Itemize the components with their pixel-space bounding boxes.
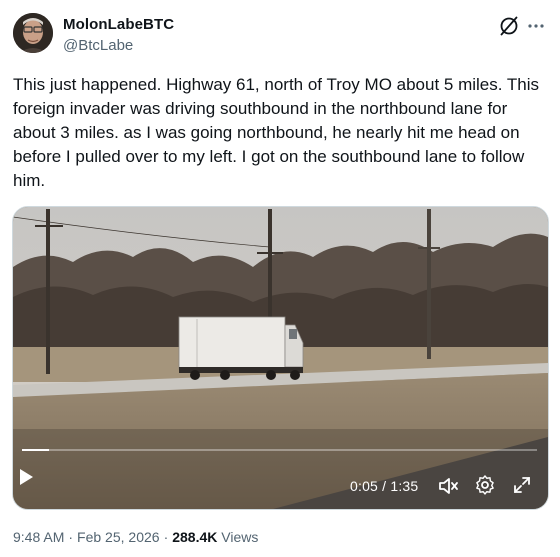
video-progress-bar[interactable] (22, 449, 537, 451)
fullscreen-icon[interactable] (512, 475, 532, 495)
video-player[interactable] (12, 206, 549, 510)
author-display-name[interactable]: MolonLabeBTC (63, 16, 174, 33)
tweet-date[interactable]: Feb 25, 2026 (77, 529, 160, 545)
avatar-photo (13, 13, 53, 53)
video-current-time: 0:05 (350, 478, 379, 494)
volume-muted-icon[interactable] (437, 475, 459, 497)
meta-separator: · (163, 529, 169, 545)
avatar[interactable] (13, 13, 53, 53)
tweet-meta: 9:48 AM · Feb 25, 2026 · 288.4K Views (13, 529, 258, 545)
author-handle[interactable]: @BtcLabe (63, 37, 133, 54)
views-count: 288.4K (172, 529, 218, 545)
more-icon[interactable] (524, 14, 548, 38)
settings-gear-icon[interactable] (474, 474, 496, 496)
tweet-text: This just happened. Highway 61, north of… (13, 75, 540, 190)
video-time-separator: / (382, 478, 387, 494)
video-duration: 1:35 (390, 478, 419, 494)
video-time-readout: 0:05 / 1:35 (350, 478, 418, 494)
play-icon[interactable] (14, 466, 36, 488)
video-frame (13, 207, 548, 509)
grok-icon[interactable] (498, 15, 520, 37)
tweet-time[interactable]: 9:48 AM (13, 529, 64, 545)
views-label: Views (221, 529, 259, 545)
video-progress-fill (22, 449, 50, 451)
meta-separator: · (68, 529, 74, 545)
